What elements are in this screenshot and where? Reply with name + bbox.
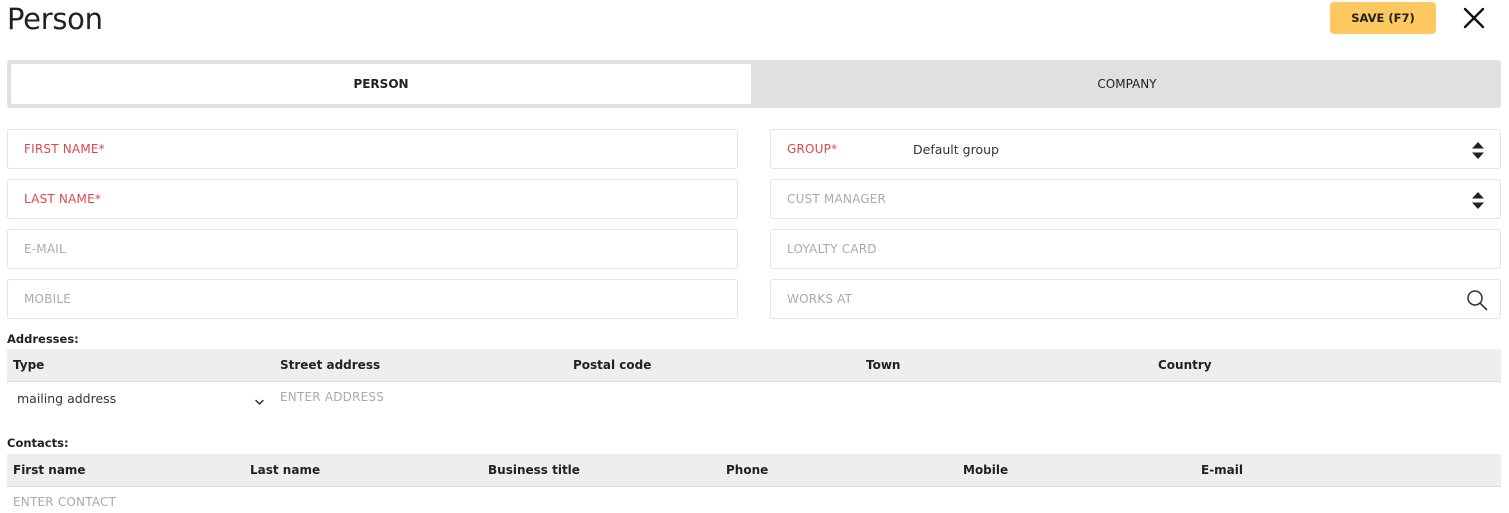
col-first-name: First name xyxy=(13,463,86,477)
col-business-title: Business title xyxy=(488,463,580,477)
loyalty-card-field[interactable]: LOYALTY CARD xyxy=(770,229,1501,269)
first-name-field[interactable]: FIRST NAME* xyxy=(7,129,738,169)
cust-manager-label: CUST MANAGER xyxy=(787,192,887,206)
close-icon[interactable] xyxy=(1462,6,1486,30)
page-title: Person xyxy=(7,2,103,36)
col-phone: Phone xyxy=(726,463,769,477)
addresses-label: Addresses: xyxy=(7,332,79,346)
tab-person[interactable]: PERSON xyxy=(11,64,751,104)
works-at-field[interactable]: WORKS AT xyxy=(770,279,1501,319)
chevron-down-icon xyxy=(255,394,264,405)
contacts-label: Contacts: xyxy=(7,436,69,450)
last-name-label: LAST NAME* xyxy=(24,192,102,206)
sort-arrows-icon xyxy=(1472,142,1484,159)
tab-company[interactable]: COMPANY xyxy=(751,64,1497,104)
col-last-name: Last name xyxy=(250,463,321,477)
loyalty-card-label: LOYALTY CARD xyxy=(787,242,877,256)
address-type-select[interactable]: mailing address xyxy=(17,389,267,407)
type-tabs: PERSON COMPANY xyxy=(7,60,1501,108)
save-button[interactable]: SAVE (F7) xyxy=(1330,2,1436,34)
group-label: GROUP* xyxy=(787,142,838,156)
col-country: Country xyxy=(1158,358,1212,372)
cust-manager-select[interactable]: CUST MANAGER xyxy=(770,179,1501,219)
group-value: Default group xyxy=(913,142,999,157)
col-email: E-mail xyxy=(1201,463,1244,477)
search-icon[interactable] xyxy=(1466,289,1488,311)
col-street-address: Street address xyxy=(280,358,381,372)
first-name-label: FIRST NAME* xyxy=(24,142,105,156)
last-name-field[interactable]: LAST NAME* xyxy=(7,179,738,219)
sort-arrows-icon xyxy=(1472,192,1484,209)
street-address-input[interactable]: ENTER ADDRESS xyxy=(280,390,384,404)
mobile-label: MOBILE xyxy=(24,292,72,306)
email-field[interactable]: E-MAIL xyxy=(7,229,738,269)
contacts-table-header: First name Last name Business title Phon… xyxy=(7,454,1501,487)
works-at-label: WORKS AT xyxy=(787,292,853,306)
col-mobile: Mobile xyxy=(963,463,1009,477)
email-label: E-MAIL xyxy=(24,242,66,256)
col-town: Town xyxy=(866,358,901,372)
address-type-value: mailing address xyxy=(17,390,117,406)
mobile-field[interactable]: MOBILE xyxy=(7,279,738,319)
col-type: Type xyxy=(13,358,45,372)
col-postal-code: Postal code xyxy=(573,358,652,372)
group-select[interactable]: GROUP* Default group xyxy=(770,129,1501,169)
addresses-table-header: Type Street address Postal code Town Cou… xyxy=(7,349,1501,382)
contact-input[interactable]: ENTER CONTACT xyxy=(13,495,116,509)
